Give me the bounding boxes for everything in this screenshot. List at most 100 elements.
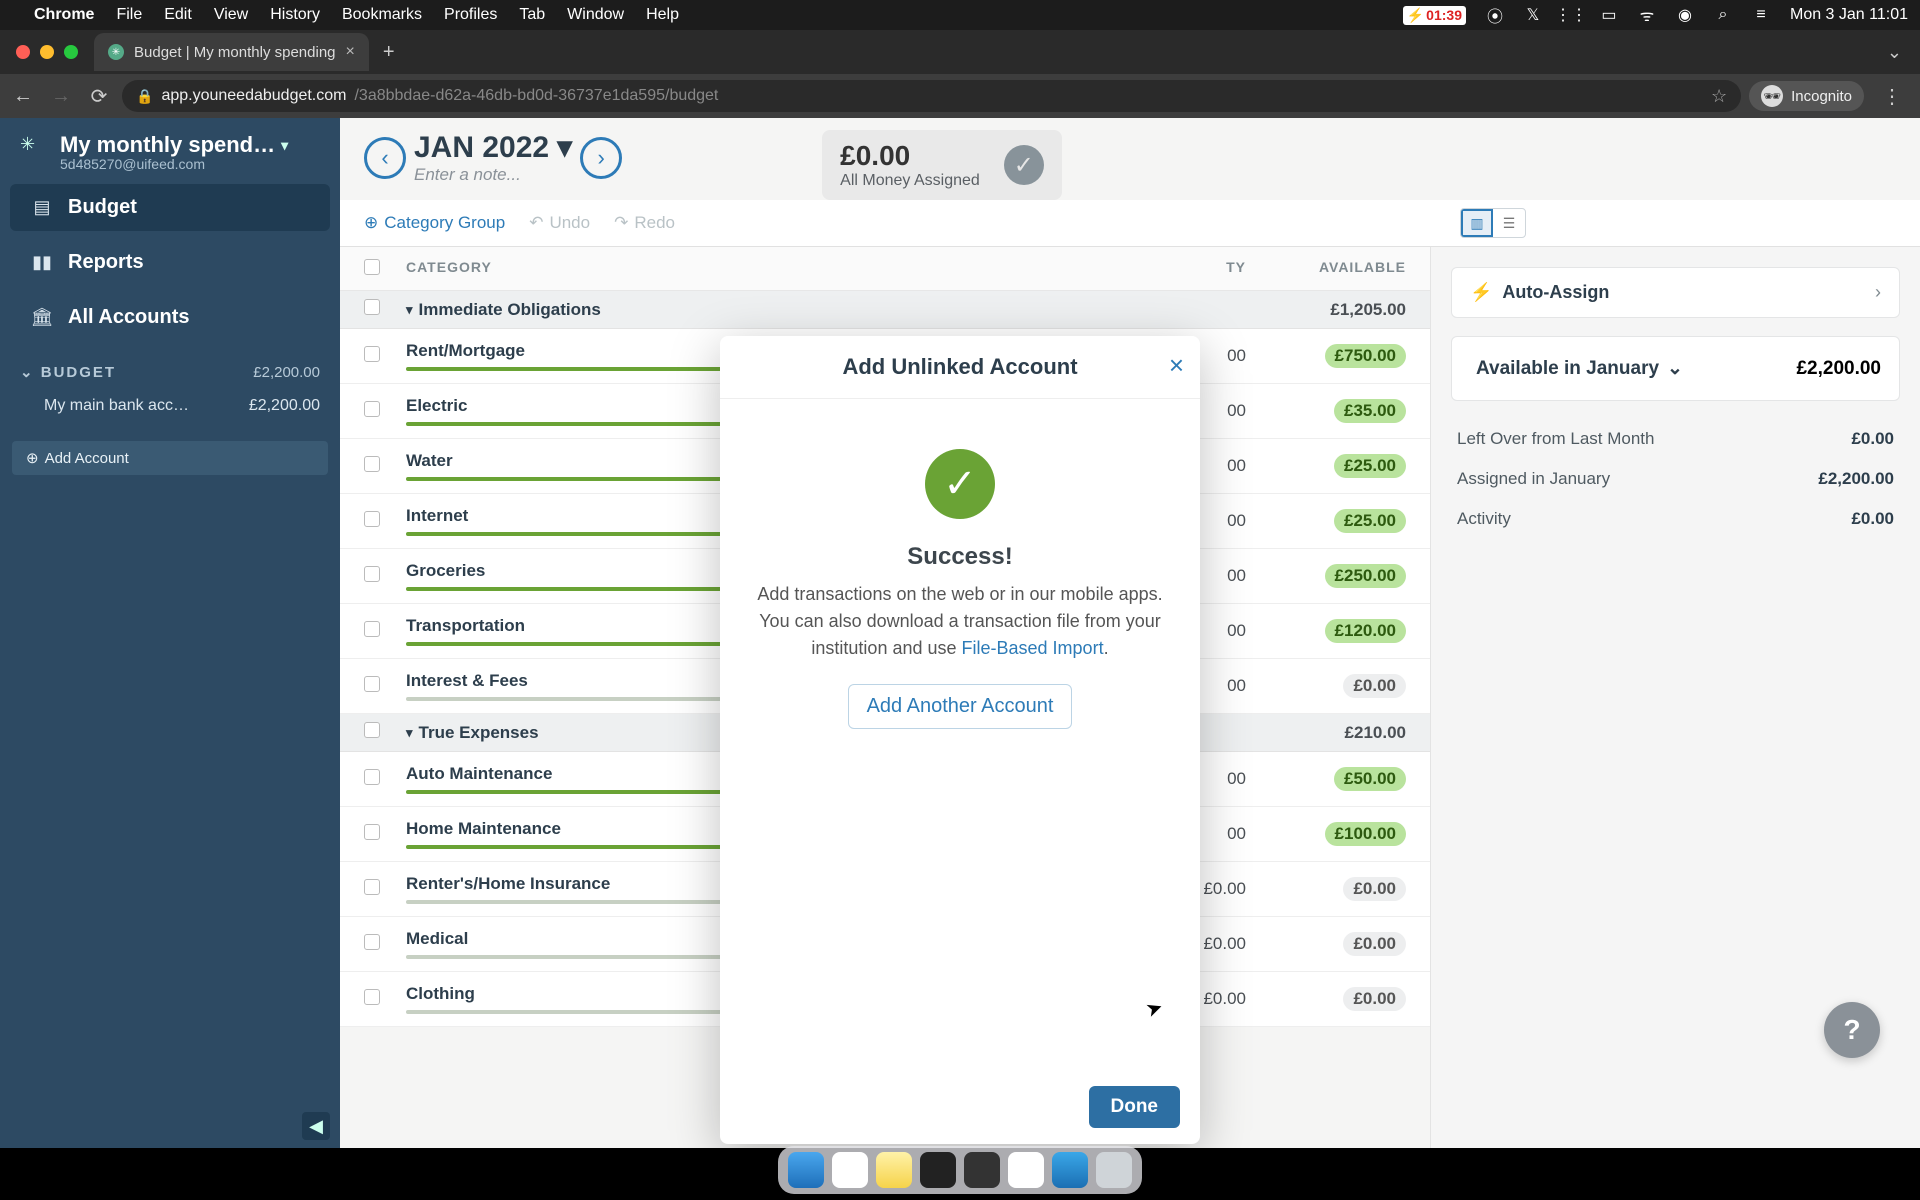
help-button[interactable]: ?: [1824, 1002, 1880, 1058]
row-checkbox[interactable]: [364, 346, 380, 362]
dock-reminders[interactable]: [1008, 1152, 1044, 1188]
month-selector[interactable]: JAN 2022 ▾: [414, 130, 572, 165]
chrome-toolbar: ← → ⟳ 🔒 app.youneedabudget.com/3a8bbdae-…: [0, 74, 1920, 118]
user-icon[interactable]: ◉: [1676, 6, 1694, 24]
category-group-row[interactable]: ▾ Immediate Obligations £1,205.00: [340, 291, 1430, 329]
done-button[interactable]: Done: [1089, 1086, 1181, 1128]
x-icon[interactable]: 𝕏: [1524, 6, 1542, 24]
month-note-input[interactable]: Enter a note...: [414, 165, 572, 185]
add-unlinked-account-modal: Add Unlinked Account × ✓ Success! Add tr…: [720, 336, 1200, 1144]
sidebar-account-row[interactable]: My main bank acc… £2,200.00: [0, 387, 340, 425]
row-checkbox[interactable]: [364, 769, 380, 785]
browser-tab[interactable]: ✳ Budget | My monthly spending ×: [94, 33, 369, 71]
forward-button[interactable]: →: [46, 85, 76, 108]
menubar-clock[interactable]: Mon 3 Jan 11:01: [1790, 6, 1908, 24]
row-checkbox[interactable]: [364, 989, 380, 1005]
add-category-group-button[interactable]: ⊕ Category Group: [364, 213, 505, 233]
sidebar-item-budget[interactable]: ▤ Budget: [10, 184, 330, 231]
row-checkbox[interactable]: [364, 566, 380, 582]
available-in-month-toggle[interactable]: Available in January ⌄: [1470, 351, 1689, 386]
next-month-button[interactable]: ›: [580, 137, 622, 179]
tab-close-button[interactable]: ×: [346, 43, 355, 61]
prev-month-button[interactable]: ‹: [364, 137, 406, 179]
menubar-view[interactable]: View: [214, 6, 248, 24]
row-checkbox[interactable]: [364, 879, 380, 895]
menubar-bookmarks[interactable]: Bookmarks: [342, 6, 422, 24]
window-minimize-button[interactable]: [40, 45, 54, 59]
menubar-tab[interactable]: Tab: [519, 6, 545, 24]
row-checkbox[interactable]: [364, 511, 380, 527]
group-checkbox[interactable]: [364, 722, 380, 738]
sidebar-header[interactable]: ✳ My monthly spend… ▾ 5d485270@uifeed.co…: [0, 118, 340, 180]
row-checkbox[interactable]: [364, 401, 380, 417]
row-checkbox[interactable]: [364, 621, 380, 637]
auto-assign-button[interactable]: ⚡ Auto-Assign ›: [1451, 267, 1900, 318]
group-checkbox[interactable]: [364, 299, 380, 315]
budget-name: My monthly spend…: [60, 134, 275, 156]
undo-button[interactable]: ↶ Undo: [529, 213, 590, 233]
file-based-import-link[interactable]: File-Based Import: [962, 638, 1104, 658]
bolt-icon[interactable]: ⦿: [1486, 6, 1504, 24]
inspector-line: Activity£0.00: [1451, 499, 1900, 539]
add-another-account-button[interactable]: Add Another Account: [848, 684, 1073, 729]
view-columns-button[interactable]: ▥: [1461, 209, 1493, 237]
budget-caret-icon: ▾: [281, 138, 288, 152]
dock-terminal[interactable]: [920, 1152, 956, 1188]
reload-button[interactable]: ⟳: [84, 84, 114, 109]
add-account-button[interactable]: ⊕ Add Account: [12, 441, 328, 475]
window-close-button[interactable]: [16, 45, 30, 59]
menubar-window[interactable]: Window: [567, 6, 624, 24]
redo-button[interactable]: ↷ Redo: [614, 213, 675, 233]
all-money-assigned-card[interactable]: £0.00 All Money Assigned ✓: [822, 130, 1062, 200]
dock-chrome[interactable]: [832, 1152, 868, 1188]
row-checkbox[interactable]: [364, 824, 380, 840]
bookmark-star-icon[interactable]: ☆: [1711, 86, 1727, 107]
address-bar[interactable]: 🔒 app.youneedabudget.com/3a8bbdae-d62a-4…: [122, 80, 1741, 112]
view-list-button[interactable]: ☰: [1493, 209, 1525, 237]
dock-finder[interactable]: [788, 1152, 824, 1188]
tab-overflow-button[interactable]: ⌄: [1877, 38, 1912, 67]
modal-close-button[interactable]: ×: [1169, 350, 1184, 381]
battery-icon[interactable]: ▭: [1600, 6, 1618, 24]
sidebar-item-accounts[interactable]: 🏛 All Accounts: [10, 294, 330, 341]
menubar-help[interactable]: Help: [646, 6, 679, 24]
select-all-checkbox[interactable]: [364, 259, 380, 275]
window-zoom-button[interactable]: [64, 45, 78, 59]
new-tab-button[interactable]: +: [383, 41, 395, 64]
account-balance: £2,200.00: [249, 397, 320, 415]
budget-toolbar: ⊕ Category Group ↶ Undo ↷ Redo ▥ ☰: [340, 200, 1920, 247]
dock-iterm[interactable]: [964, 1152, 1000, 1188]
menubar-profiles[interactable]: Profiles: [444, 6, 497, 24]
chevron-down-icon: ⌄: [20, 364, 35, 381]
sidebar-item-reports[interactable]: ▮▮ Reports: [10, 239, 330, 286]
url-path: /3a8bbdae-d62a-46db-bd0d-36737e1da595/bu…: [354, 87, 718, 105]
dock-trash[interactable]: [1096, 1152, 1132, 1188]
caret-down-icon: ▾: [557, 130, 572, 165]
incognito-badge[interactable]: 🕶 Incognito: [1749, 81, 1864, 111]
battery-status[interactable]: ⚡01:39: [1403, 6, 1466, 25]
row-checkbox[interactable]: [364, 456, 380, 472]
menubar-file[interactable]: File: [116, 6, 142, 24]
row-checkbox[interactable]: [364, 676, 380, 692]
assigned-label: All Money Assigned: [840, 172, 980, 190]
incognito-label: Incognito: [1791, 88, 1852, 105]
menubar-history[interactable]: History: [270, 6, 320, 24]
sidebar-budget-section[interactable]: ⌄ BUDGET £2,200.00: [0, 345, 340, 387]
mac-menubar: Chrome File Edit View History Bookmarks …: [0, 0, 1920, 30]
menubar-edit[interactable]: Edit: [164, 6, 192, 24]
dots-icon[interactable]: ⋮⋮: [1562, 6, 1580, 24]
back-button[interactable]: ←: [8, 85, 38, 108]
control-center-icon[interactable]: ≡: [1752, 6, 1770, 24]
bar-chart-icon: ▮▮: [30, 252, 54, 273]
lock-icon: 🔒: [136, 88, 153, 105]
chrome-menu-button[interactable]: ⋮: [1872, 84, 1912, 109]
wifi-icon[interactable]: ᯤ: [1638, 6, 1656, 24]
menubar-app-name[interactable]: Chrome: [34, 6, 94, 24]
chevron-right-icon: ›: [1875, 282, 1881, 303]
dock-notes[interactable]: [876, 1152, 912, 1188]
row-checkbox[interactable]: [364, 934, 380, 950]
modal-title: Add Unlinked Account: [842, 354, 1077, 380]
dock-appstore[interactable]: [1052, 1152, 1088, 1188]
search-icon[interactable]: ⌕: [1714, 6, 1732, 24]
collapse-sidebar-button[interactable]: ◀: [302, 1112, 330, 1140]
